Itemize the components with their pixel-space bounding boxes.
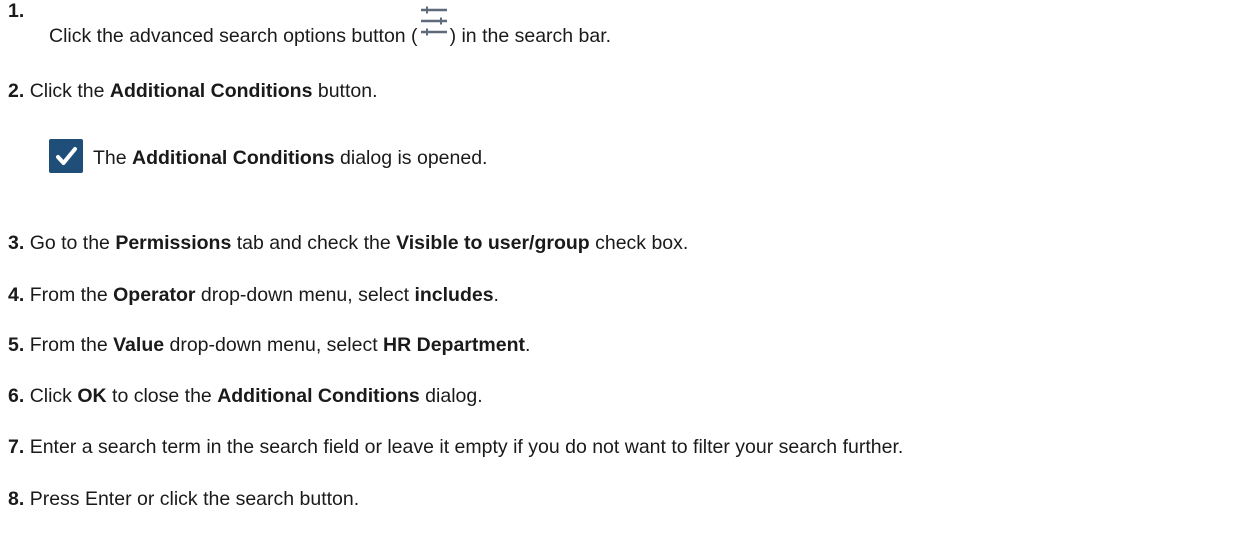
step-6-text-part1: Click — [29, 385, 78, 407]
step-4-bold-1: Operator — [113, 284, 196, 306]
step-5: 5. From the Value drop-down menu, select… — [8, 334, 530, 357]
step-6-text-part2: to close the — [106, 385, 218, 407]
step-1-text-part2: ) in the search bar. — [449, 25, 612, 47]
step-3-number: 3. — [8, 232, 25, 254]
step-4-number: 4. — [8, 284, 25, 306]
result-text-part2: dialog is opened. — [334, 147, 488, 169]
step-5-text-part1: From the — [29, 334, 114, 356]
step-2-number: 2. — [8, 80, 25, 102]
step-4-text-part3: . — [493, 284, 499, 306]
step-8-number: 8. — [8, 488, 25, 510]
checkmark-icon — [49, 139, 83, 173]
step-1-text-part1: Click the advanced search options button… — [49, 25, 418, 47]
step-3-text-part1: Go to the — [29, 232, 116, 254]
step-4-text-part1: From the — [29, 284, 114, 306]
step-1-number: 1. — [8, 0, 25, 22]
step-4-bold-2: includes — [414, 284, 494, 306]
step-4: 4. From the Operator drop-down menu, sel… — [8, 284, 499, 307]
step-7: 7. Enter a search term in the search fie… — [8, 436, 903, 459]
step-3-text-part2: tab and check the — [231, 232, 397, 254]
step-5-number: 5. — [8, 334, 25, 356]
step-5-bold-2: HR Department — [383, 334, 525, 356]
step-2-bold-1: Additional Conditions — [109, 80, 313, 102]
step-7-number: 7. — [8, 436, 25, 458]
result-text-part1: The — [93, 147, 133, 169]
step-3-bold-1: Permissions — [115, 232, 232, 254]
step-6-text-part3: dialog. — [419, 385, 483, 407]
step-4-text-part2: drop-down menu, select — [195, 284, 415, 306]
step-5-bold-1: Value — [113, 334, 165, 356]
step-8: 8. Press Enter or click the search butto… — [8, 488, 359, 511]
step-6-bold-2: Additional Conditions — [217, 385, 420, 407]
step-2-text-part1: Click the — [29, 80, 110, 102]
result-bold: Additional Conditions — [132, 147, 335, 169]
step-7-text: Enter a search term in the search field … — [29, 436, 904, 458]
step-3: 3. Go to the Permissions tab and check t… — [8, 232, 688, 255]
step-3-bold-2: Visible to user/group — [396, 232, 590, 254]
step-8-text: Press Enter or click the search button. — [29, 488, 360, 510]
sliders-icon — [419, 6, 449, 45]
step-5-text-part2: drop-down menu, select — [164, 334, 384, 356]
step-1-text: Click the advanced search options button… — [49, 6, 612, 48]
step-2-text-part2: button. — [312, 80, 378, 102]
step-2: 2. Click the Additional Conditions butto… — [8, 80, 378, 103]
step-3-text-part3: check box. — [589, 232, 689, 254]
step-6-bold-1: OK — [77, 385, 107, 407]
result-text: The Additional Conditions dialog is open… — [93, 147, 487, 170]
step-6-number: 6. — [8, 385, 25, 407]
step-6: 6. Click OK to close the Additional Cond… — [8, 385, 483, 408]
step-5-text-part3: . — [524, 334, 531, 356]
